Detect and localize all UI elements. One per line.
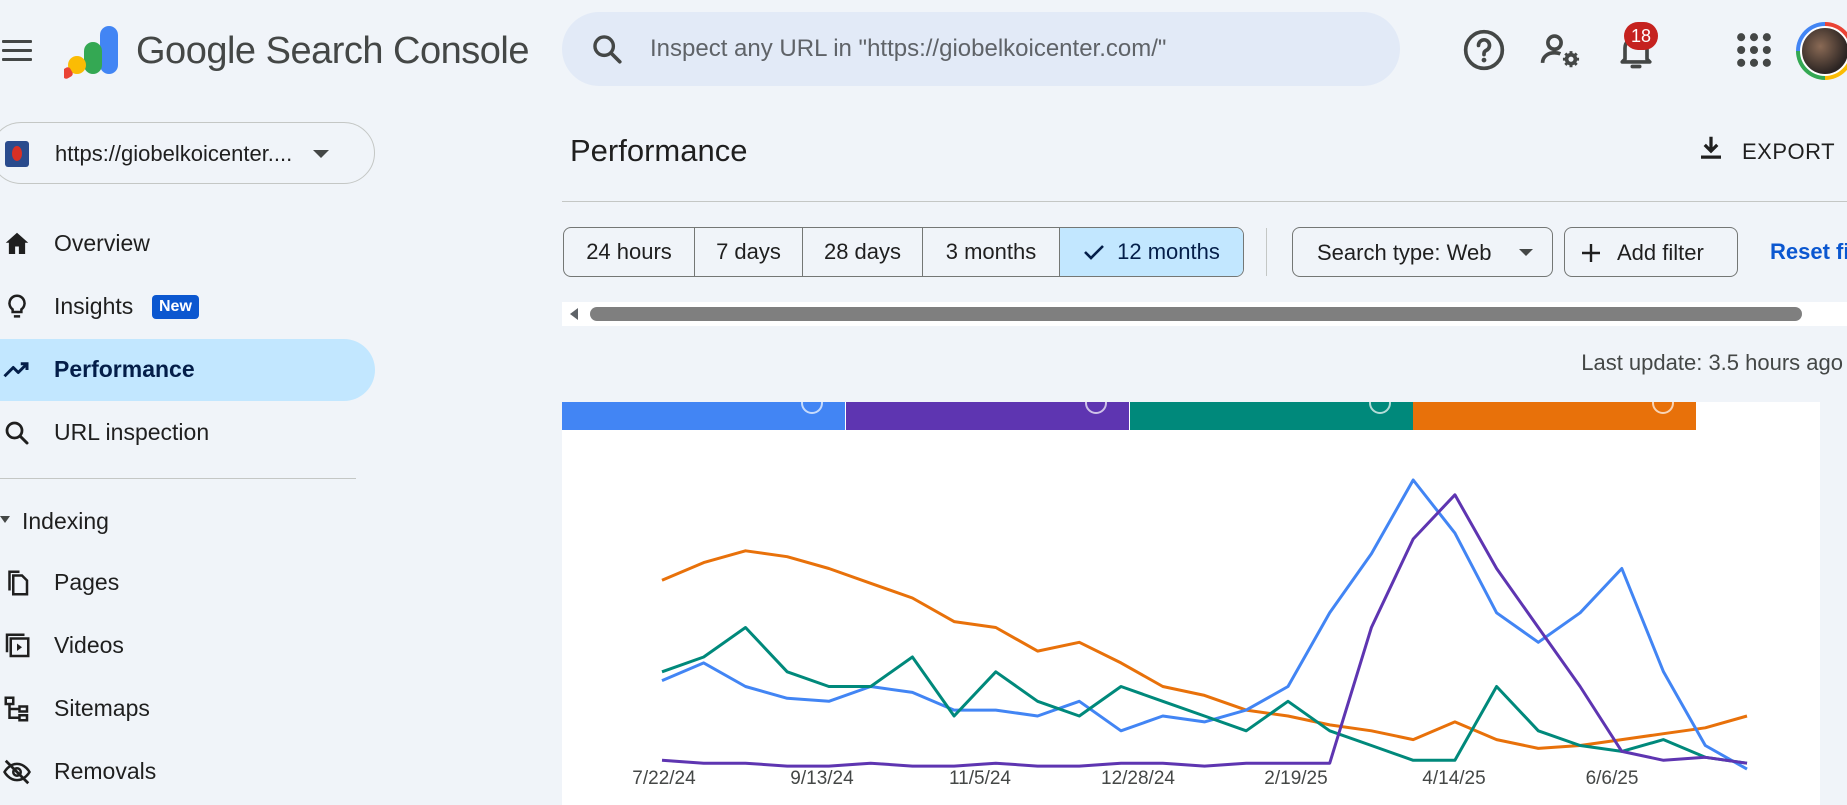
lightbulb-icon — [8, 294, 26, 318]
sidebar-item-label: Pages — [54, 569, 120, 595]
notification-count-badge: 18 — [1624, 22, 1658, 50]
caret-down-icon — [0, 516, 10, 523]
account-avatar[interactable] — [1796, 22, 1847, 80]
scrollbar-thumb[interactable] — [590, 307, 1802, 321]
brand-title: Google Search Console — [136, 30, 529, 72]
x-tick-label: 4/14/25 — [1422, 768, 1485, 789]
sidebar-item-label: Videos — [54, 632, 124, 658]
x-tick-label: 12/28/24 — [1101, 768, 1175, 789]
sidebar-item-performance[interactable]: Performance — [0, 339, 375, 401]
check-icon — [1084, 245, 1105, 260]
sidebar-item-label: Performance — [54, 356, 195, 382]
range-label: 3 months — [945, 239, 1037, 264]
sidebar-item-pages[interactable]: Pages — [0, 552, 375, 614]
last-update-text: Last update: 3.5 hours ago — [1581, 350, 1843, 375]
property-favicon — [5, 141, 29, 167]
info-icon[interactable] — [1369, 402, 1391, 414]
section-label: Indexing — [22, 508, 109, 534]
url-inspect-input[interactable] — [650, 28, 1370, 70]
scroll-left-icon[interactable] — [570, 308, 578, 320]
range-label: 7 days — [716, 239, 781, 264]
sidebar-item-videos[interactable]: Videos — [0, 615, 375, 677]
search-type-label: Search type: Web — [1317, 240, 1492, 265]
horizontal-scrollbar[interactable] — [562, 302, 1847, 326]
property-selector[interactable]: https://giobelkoicenter.... — [0, 122, 375, 184]
search-icon — [593, 35, 622, 64]
sidebar-item-label: Insights — [54, 293, 134, 319]
pages-icon — [8, 570, 29, 596]
sidebar-item-label: Overview — [54, 230, 150, 256]
trending-up-icon — [3, 362, 29, 378]
range-label: 24 hours — [586, 239, 672, 264]
menu-icon[interactable] — [0, 36, 34, 64]
range-28-days[interactable]: 28 days — [803, 228, 923, 276]
search-icon — [5, 421, 29, 445]
sidebar-item-overview[interactable]: Overview — [0, 213, 375, 275]
apps-icon[interactable] — [1732, 28, 1776, 72]
download-icon — [1701, 136, 1721, 159]
metric-tab-1[interactable] — [562, 402, 845, 430]
reset-filters-link[interactable]: Reset fi — [1770, 239, 1847, 265]
series-line-2 — [661, 478, 1748, 771]
video-icon — [5, 633, 30, 658]
range-label: 28 days — [823, 239, 902, 264]
sidebar-item-sitemaps[interactable]: Sitemaps — [0, 678, 375, 740]
performance-chart: 7/22/24 9/13/24 11/5/24 12/28/24 2/19/25 4/14… — [632, 478, 1748, 789]
add-filter-button[interactable]: Add filter — [1564, 227, 1738, 277]
x-tick-label: 7/22/24 — [632, 768, 696, 789]
top-bar: Google Search Console 18 — [0, 0, 1847, 100]
eye-off-icon — [3, 759, 31, 785]
series-line-1 — [661, 549, 1748, 750]
x-tick-label: 11/5/24 — [949, 768, 1011, 789]
series-line-4 — [661, 493, 1748, 768]
info-icon[interactable] — [1085, 402, 1107, 414]
filter-separator — [1266, 228, 1267, 276]
header-divider — [562, 201, 1847, 202]
manage-users-icon[interactable] — [1538, 28, 1582, 72]
metric-tab-2[interactable] — [846, 402, 1129, 430]
sidebar-item-insights[interactable]: Insights New — [0, 276, 375, 338]
metric-tab-3[interactable] — [1130, 402, 1413, 430]
sidebar-item-removals[interactable]: Removals — [0, 741, 375, 803]
info-icon[interactable] — [801, 402, 823, 414]
add-filter-label: Add filter — [1617, 240, 1704, 265]
info-icon[interactable] — [1652, 402, 1674, 414]
chevron-down-icon — [1519, 249, 1533, 256]
sidebar-item-label: URL inspection — [54, 419, 210, 445]
x-tick-label: 2/19/25 — [1264, 768, 1327, 789]
sidebar-item-label: Sitemaps — [54, 695, 150, 721]
page-title: Performance — [570, 133, 748, 168]
sidebar-item-url-inspection[interactable]: URL inspection — [0, 402, 375, 464]
sitemap-icon — [4, 696, 29, 722]
avatar-photo — [1800, 26, 1847, 76]
metric-tab-4[interactable] — [1413, 402, 1696, 430]
range-12-months[interactable]: 12 months — [1060, 228, 1243, 276]
plus-icon — [1582, 244, 1600, 262]
range-24-hours[interactable]: 24 hours — [564, 228, 695, 276]
sidebar-divider — [0, 478, 356, 479]
search-console-logo — [64, 26, 118, 79]
export-label: EXPORT — [1742, 139, 1836, 164]
date-range-group: 24 hours 7 days 28 days 3 months 12 mont… — [563, 227, 1244, 277]
home-icon — [5, 232, 29, 254]
x-tick-label: 9/13/24 — [790, 768, 854, 789]
search-type-dropdown[interactable]: Search type: Web — [1292, 227, 1553, 277]
chevron-down-icon — [313, 150, 329, 158]
x-tick-label: 6/6/25 — [1586, 768, 1639, 789]
range-3-months[interactable]: 3 months — [923, 228, 1060, 276]
url-inspect-search[interactable] — [562, 12, 1400, 86]
property-url: https://giobelkoicenter.... — [55, 141, 293, 166]
range-label: 12 months — [1117, 239, 1220, 264]
new-badge: New — [152, 295, 199, 319]
range-7-days[interactable]: 7 days — [695, 228, 803, 276]
help-icon[interactable] — [1462, 28, 1506, 72]
performance-chart-card: 7/22/24 9/13/24 11/5/24 12/28/24 2/19/25 4/14… — [562, 402, 1820, 805]
sidebar-item-label: Removals — [54, 758, 157, 784]
